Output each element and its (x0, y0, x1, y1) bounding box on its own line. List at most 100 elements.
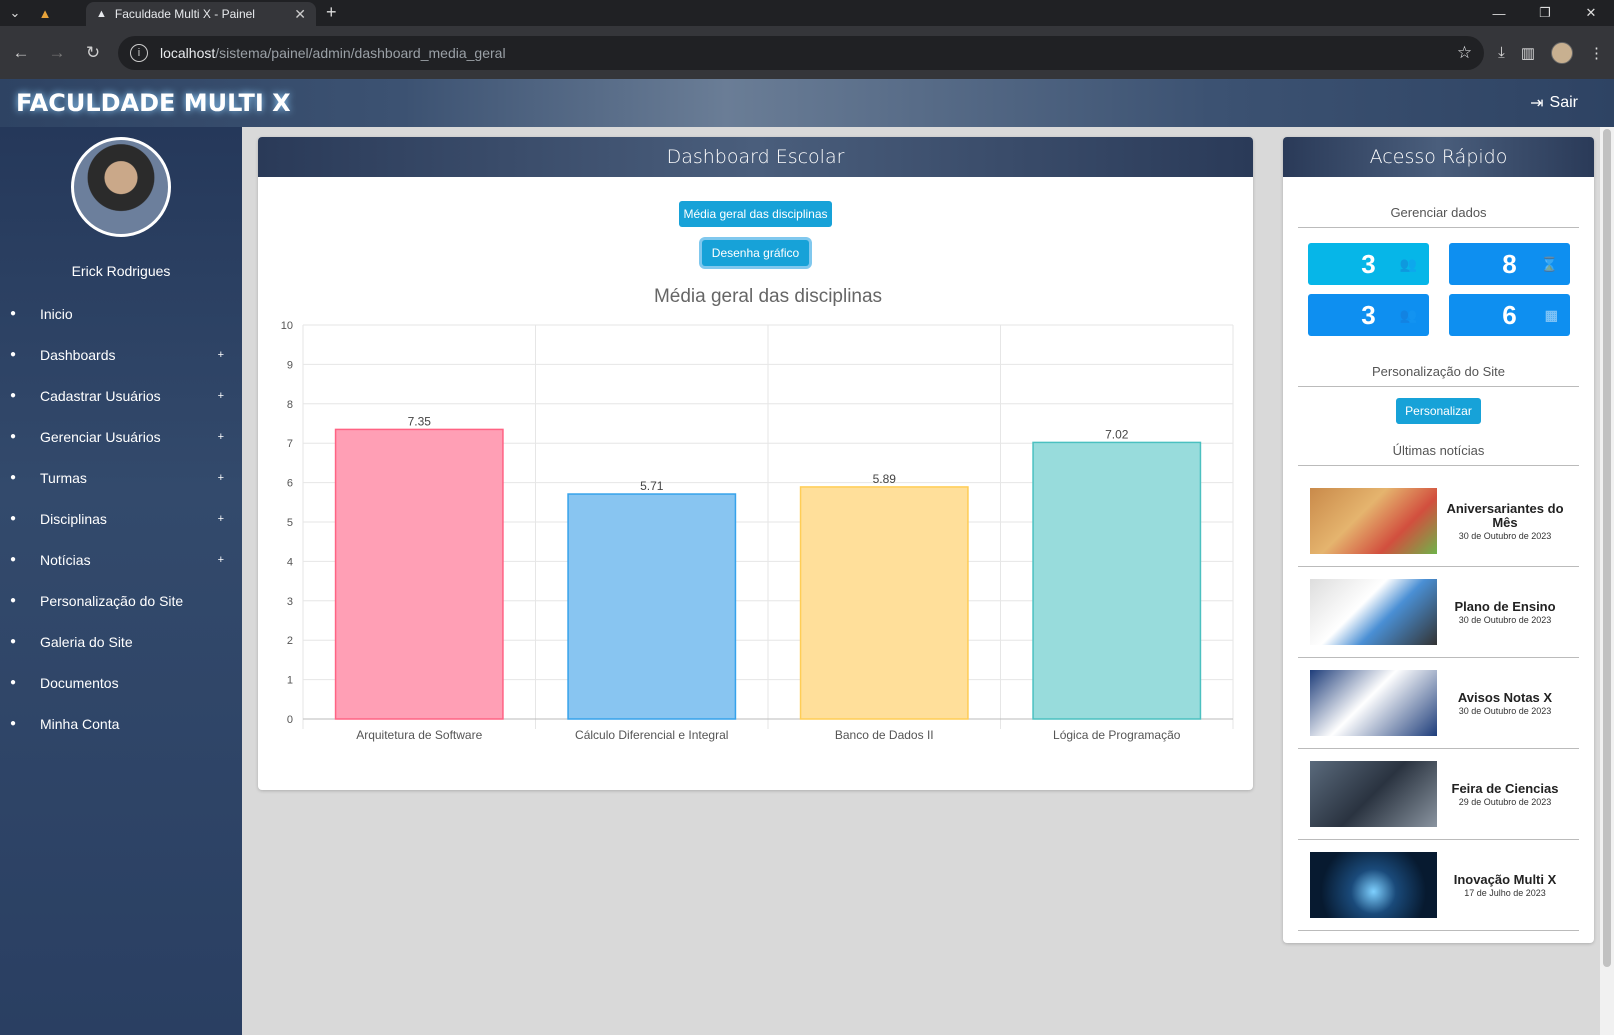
url-path: /sistema/painel/admin/dashboard_media_ge… (215, 44, 506, 61)
x-tick-label: Banco de Dados II (835, 728, 934, 742)
pinned-tab-icon[interactable]: ▲ (30, 0, 60, 26)
sidebar-item-label: Cadastrar Usuários (40, 387, 161, 404)
expand-plus-icon[interactable]: + (218, 349, 224, 361)
y-tick-label: 6 (287, 478, 293, 490)
y-tick-label: 5 (287, 517, 293, 529)
sidebar-item-8[interactable]: ● Galeria do Site (0, 621, 242, 662)
chart-line-icon: ● (10, 349, 17, 360)
quick-access-panel: Acesso Rápido Gerenciar dados 3 👥 8 ⌛ 3 👥 6 ▦ P… (1283, 137, 1594, 943)
news-item[interactable]: Avisos Notas X 30 de Outubro de 2023 (1298, 658, 1579, 749)
download-icon[interactable]: ⤓ (1498, 44, 1505, 61)
stat-value: 6 (1502, 299, 1517, 330)
sidebar-item-0[interactable]: ● Inicio (0, 293, 242, 334)
expand-plus-icon[interactable]: + (218, 513, 224, 525)
customize-label: Personalização do Site (1298, 336, 1579, 387)
news-title[interactable]: Plano de Ensino (1443, 599, 1567, 614)
sidebar-item-label: Turmas (40, 469, 87, 486)
sidebar-item-3[interactable]: ● Gerenciar Usuários + (0, 416, 242, 457)
stat-card[interactable]: 3 👥 (1308, 294, 1429, 336)
bar (1032, 441, 1202, 720)
news-title[interactable]: Feira de Ciencias (1443, 781, 1567, 796)
sidebar-item-5[interactable]: ● Disciplinas + (0, 498, 242, 539)
expand-plus-icon[interactable]: + (218, 390, 224, 402)
calendar-icon: ▦ (1544, 306, 1558, 323)
news-title[interactable]: Inovação Multi X (1443, 872, 1567, 887)
user-gear-icon: ● (10, 431, 17, 442)
user-name: Erick Rodrigues (71, 263, 171, 279)
sidebar-item-9[interactable]: ● Documentos (0, 662, 242, 703)
site-logo[interactable]: FACULDADE MULTI X (16, 89, 291, 117)
site-header: FACULDADE MULTI X ⇥ Sair (0, 79, 1614, 127)
y-tick-label: 4 (287, 556, 293, 568)
user-plus-icon: ● (10, 390, 17, 401)
news-item[interactable]: Aniversariantes do Mês 30 de Outubro de 2… (1298, 476, 1579, 567)
sidebar-item-10[interactable]: ● Minha Conta (0, 703, 242, 744)
bookmark-star-icon[interactable]: ☆ (1457, 43, 1472, 63)
news-text: Feira de Ciencias 29 de Outubro de 2023 (1437, 781, 1567, 807)
sidebar-menu: ● Inicio ● Dashboards + ● Cadastrar Usuários + ●… (0, 293, 242, 744)
bar-value-label: 5.89 (873, 472, 897, 486)
sidebar-item-2[interactable]: ● Cadastrar Usuários + (0, 375, 242, 416)
sidebar-item-6[interactable]: ● Notícias + (0, 539, 242, 580)
news-thumbnail[interactable] (1310, 852, 1437, 918)
restore-icon[interactable]: ❐ (1522, 0, 1568, 26)
news-date: 30 de Outubro de 2023 (1458, 614, 1552, 625)
news-text: Aniversariantes do Mês 30 de Outubro de 2… (1437, 501, 1567, 541)
sidebar-item-1[interactable]: ● Dashboards + (0, 334, 242, 375)
menu-kebab-icon[interactable]: ⋮ (1589, 44, 1604, 62)
profile-avatar-icon[interactable] (1551, 41, 1573, 64)
news-thumbnail[interactable] (1310, 488, 1437, 554)
laptop-icon: ● (10, 595, 17, 606)
news-thumbnail[interactable] (1310, 761, 1437, 827)
news-title[interactable]: Avisos Notas X (1443, 690, 1567, 705)
news-item[interactable]: Feira de Ciencias 29 de Outubro de 2023 (1298, 749, 1579, 840)
book-icon: ● (10, 513, 17, 524)
news-text: Plano de Ensino 30 de Outubro de 2023 (1437, 599, 1567, 625)
sidebar-item-label: Minha Conta (40, 715, 120, 732)
forward-icon[interactable]: → (46, 43, 68, 63)
reload-icon[interactable]: ↻ (82, 43, 104, 63)
tab-strip: ⌄ ▲ ▲ Faculdade Multi X - Painel ✕ + — ❐… (0, 0, 1614, 26)
news-thumbnail[interactable] (1310, 670, 1437, 736)
scrollbar-thumb[interactable] (1603, 129, 1611, 967)
sidebar-item-4[interactable]: ● Turmas + (0, 457, 242, 498)
expand-plus-icon[interactable]: + (218, 554, 224, 566)
site-info-icon[interactable]: i (130, 43, 148, 62)
minimize-icon[interactable]: — (1476, 0, 1522, 26)
media-geral-button[interactable]: Média geral das disciplinas (679, 201, 832, 227)
close-window-icon[interactable]: ✕ (1568, 0, 1614, 26)
expand-plus-icon[interactable]: + (218, 431, 224, 443)
id-card-icon: ● (10, 718, 17, 729)
expand-plus-icon[interactable]: + (218, 472, 224, 484)
x-tick-label: Cálculo Diferencial e Integral (575, 728, 728, 742)
side-panel-icon[interactable]: ▥ (1521, 44, 1535, 62)
stat-card[interactable]: 6 ▦ (1449, 294, 1570, 336)
newspaper-icon: ● (10, 554, 17, 565)
stat-card[interactable]: 8 ⌛ (1449, 243, 1570, 285)
stat-card[interactable]: 3 👥 (1308, 243, 1429, 285)
back-icon[interactable]: ← (10, 43, 32, 63)
y-tick-label: 10 (281, 320, 293, 332)
sidebar-item-7[interactable]: ● Personalização do Site (0, 580, 242, 621)
url-text: localhost/sistema/painel/admin/dashboard… (160, 45, 1445, 61)
news-item[interactable]: Plano de Ensino 30 de Outubro de 2023 (1298, 567, 1579, 658)
page-scrollbar[interactable] (1600, 127, 1614, 1035)
new-tab-icon[interactable]: + (326, 2, 337, 23)
sign-out-icon: ⇥ (1530, 95, 1544, 112)
news-title[interactable]: Aniversariantes do Mês (1443, 501, 1567, 530)
news-list: Aniversariantes do Mês 30 de Outubro de 2… (1298, 476, 1579, 931)
customize-button[interactable]: Personalizar (1396, 398, 1481, 424)
tab-title: Faculdade Multi X - Painel (114, 7, 255, 21)
bar-value-label: 5.71 (640, 479, 664, 493)
url-field[interactable]: i localhost/sistema/painel/admin/dashboa… (118, 35, 1485, 70)
close-tab-icon[interactable]: ✕ (294, 6, 306, 23)
browser-tab[interactable]: ▲ Faculdade Multi X - Painel ✕ (86, 2, 316, 26)
draw-chart-button[interactable]: Desenha gráfico (701, 240, 810, 266)
x-tick-label: Arquitetura de Software (356, 728, 482, 742)
news-thumbnail[interactable] (1310, 579, 1437, 645)
logout-link[interactable]: ⇥ Sair (1530, 93, 1578, 113)
bar (799, 486, 969, 720)
tab-search-icon[interactable]: ⌄ (0, 0, 30, 26)
news-item[interactable]: Inovação Multi X 17 de Julho de 2023 (1298, 840, 1579, 931)
x-tick-label: Lógica de Programação (1053, 728, 1181, 742)
